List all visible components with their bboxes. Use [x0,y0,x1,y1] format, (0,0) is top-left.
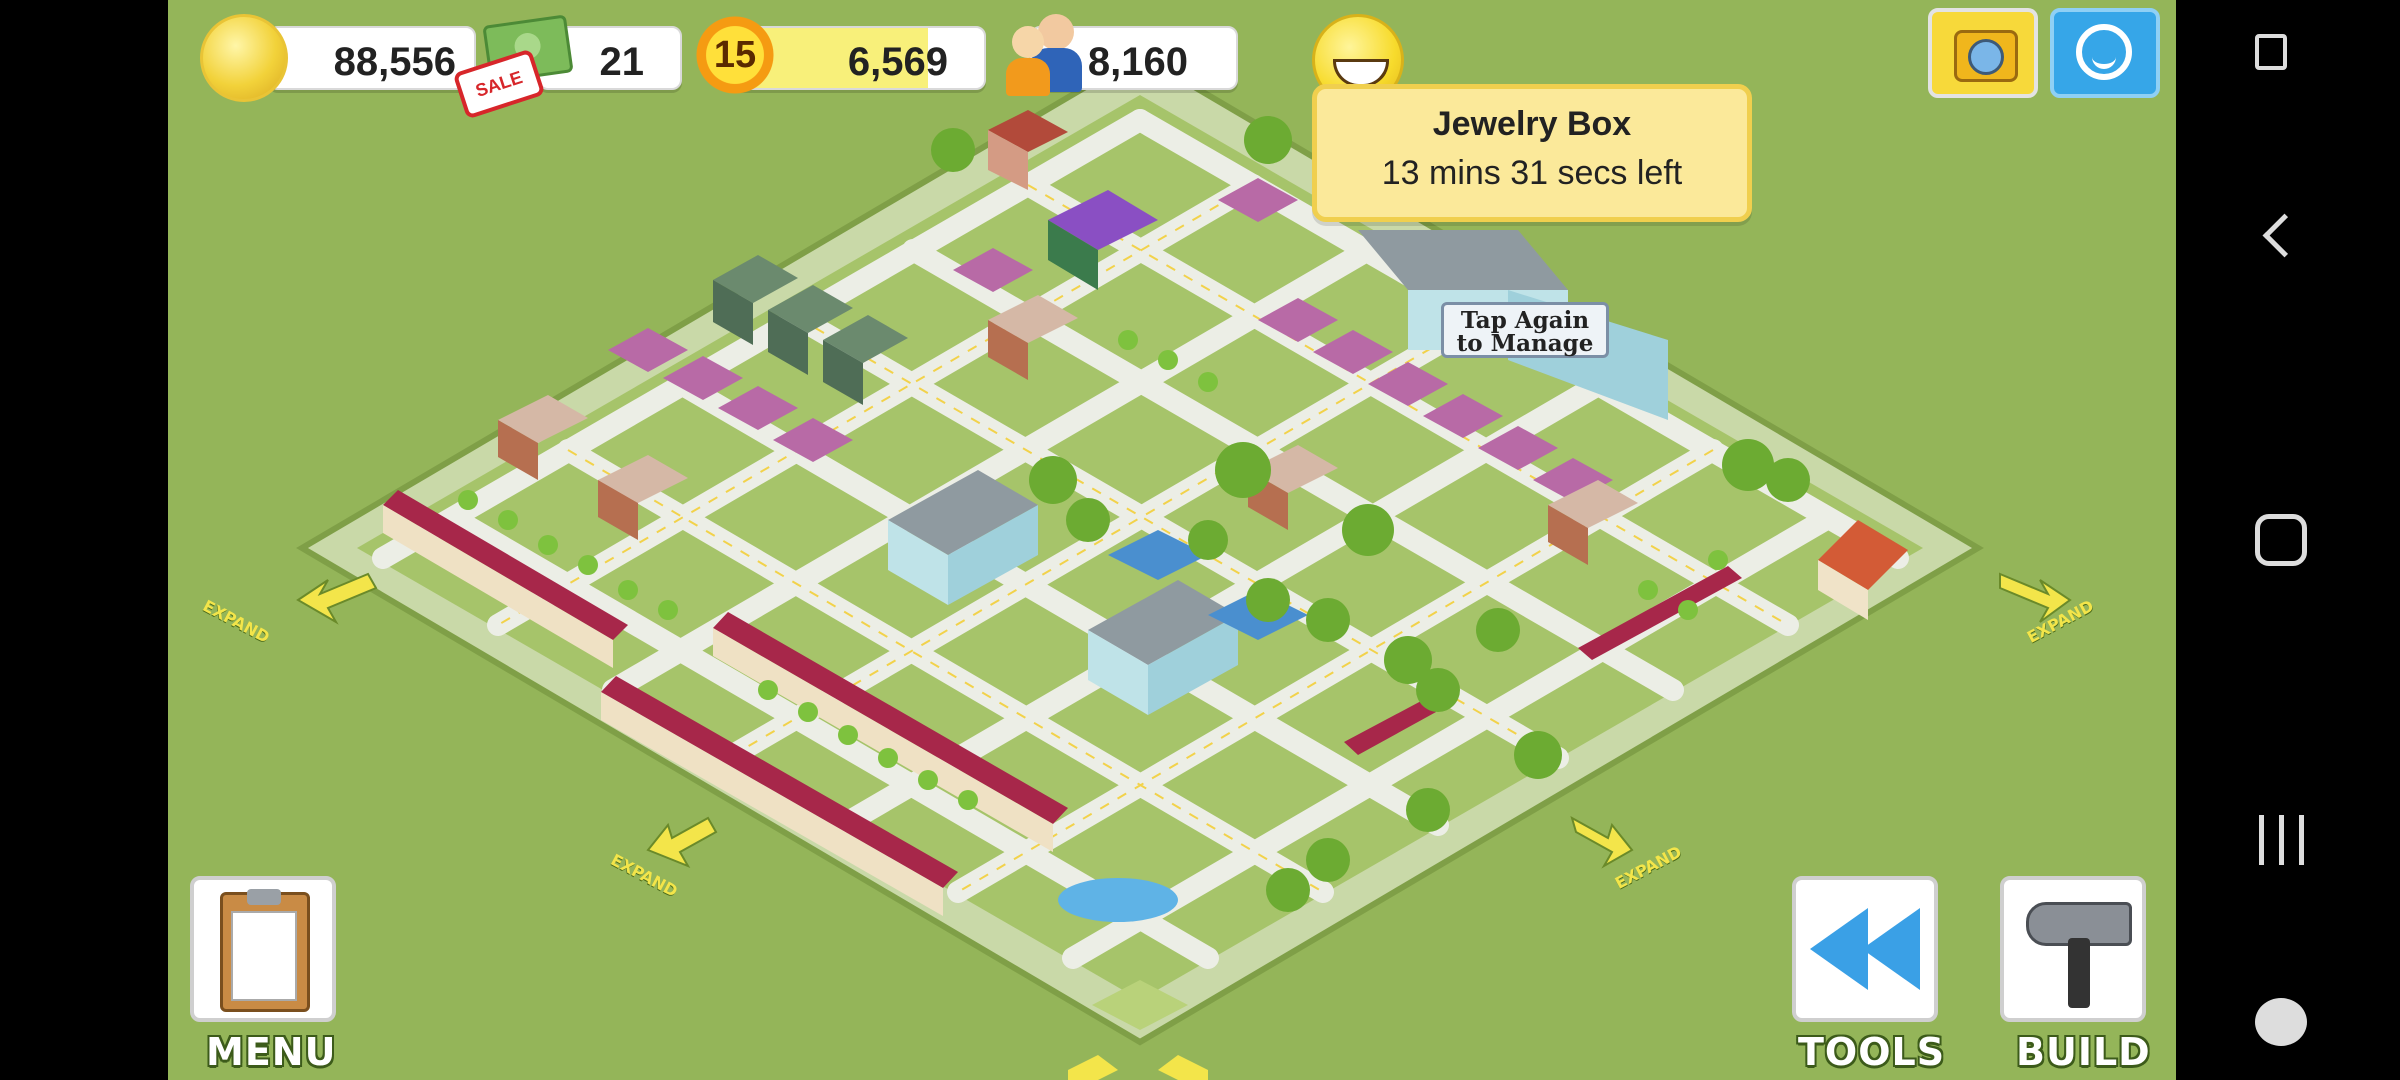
tooltip-title: Jewelry Box [1432,105,1632,143]
expand-arrow-southwest[interactable] [646,816,718,868]
camera-icon [1954,30,2018,82]
coin-icon [200,14,288,102]
expand-arrow-south[interactable] [1068,1055,1208,1080]
social-icon [2076,24,2132,80]
building-tooltip: Jewelry Box 13 mins 31 secs left [1312,84,1752,222]
recents-icon[interactable] [2259,815,2305,865]
home-icon[interactable] [2255,514,2307,566]
coins-value: 88,556 [333,40,456,84]
population-value: 8,160 [1087,40,1188,84]
game-viewport[interactable]: EXPAND EXPAND EXPAND EXPAND 88,556 21 SA… [168,0,2176,1080]
clipboard-icon [220,889,310,1012]
android-nav-bar [2177,0,2400,1080]
tools-button[interactable] [1792,876,1938,1022]
tools-label: TOOLS [1798,1030,1946,1074]
expand-arrow-west[interactable] [296,572,378,625]
stylus-icon[interactable] [2255,34,2287,70]
xp-value: 6,569 [847,40,948,84]
tap-again-label[interactable]: Tap Again to Manage [1441,302,1609,358]
star-burst-icon: 15 [690,10,780,100]
game-launcher-icon[interactable] [2255,998,2307,1046]
menu-button[interactable] [190,876,336,1022]
people-icon [1006,14,1092,96]
build-label: BUILD [2016,1030,2151,1074]
rewind-icon [1810,908,1926,990]
cash-value: 21 [599,40,645,84]
camera-button[interactable] [1928,8,2038,98]
tooltip-time-left: 13 mins 31 secs left [1381,154,1683,192]
level-value: 15 [713,34,757,76]
hammer-icon [2020,894,2132,1012]
back-icon[interactable] [2262,213,2307,258]
build-button[interactable] [2000,876,2146,1022]
tap-label-line2: to Manage [1456,330,1594,357]
menu-label: MENU [206,1030,337,1074]
coins-counter[interactable]: 88,556 [268,26,476,90]
expand-arrow-southeast[interactable] [1570,815,1634,869]
tap-label-line1: Tap Again [1460,307,1590,334]
social-button[interactable] [2050,8,2160,98]
